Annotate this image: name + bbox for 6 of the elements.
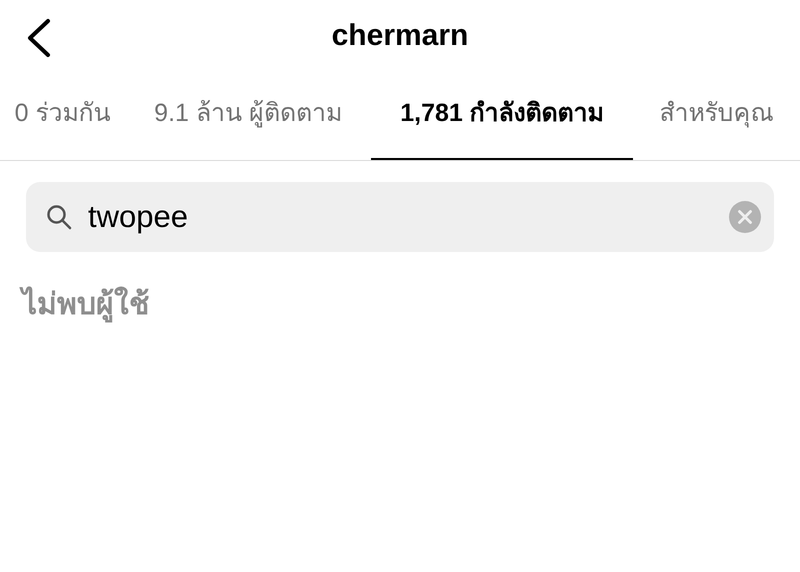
tab[interactable]: 1,781 กำลังติดตาม (371, 70, 633, 160)
profile-username: chermarn (332, 18, 468, 54)
tab[interactable]: สำหรับคุณ (633, 70, 800, 160)
search-field[interactable]: twopee (26, 182, 774, 252)
tab[interactable]: 0 ร่วมกัน (0, 70, 125, 160)
tab[interactable]: 9.1 ล้าน ผู้ติดตาม (125, 70, 371, 160)
